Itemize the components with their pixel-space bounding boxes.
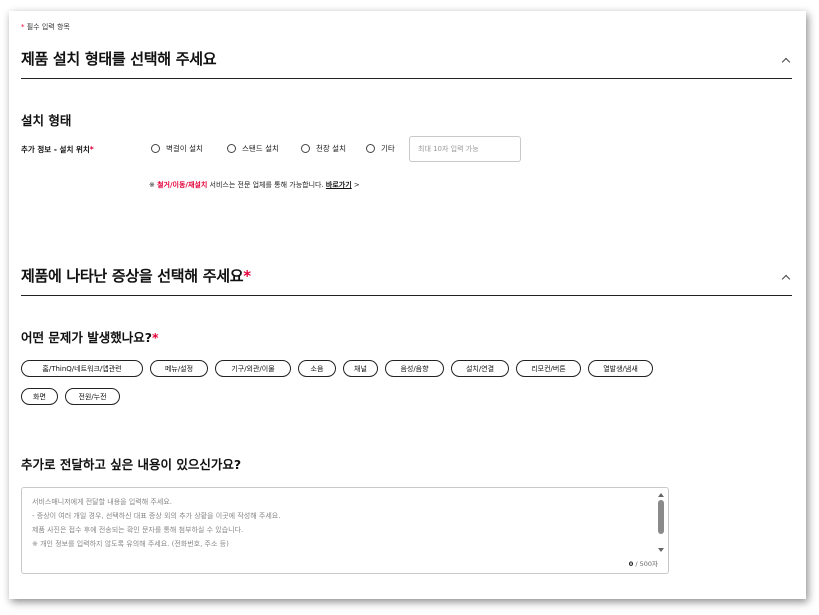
chip-channel[interactable]: 채널 xyxy=(343,360,378,377)
chevron-up-icon[interactable] xyxy=(781,274,791,284)
radio-other[interactable]: 기타 xyxy=(366,143,395,154)
shortcut-link[interactable]: 바로가기 xyxy=(326,181,352,189)
placeholder-line: - 증상이 여러 개일 경우, 선택하신 대표 증상 외의 추가 상황을 이곳에… xyxy=(32,512,281,520)
extra-info-title: 추가로 전달하고 싶은 내용이 있으신가요? xyxy=(21,457,242,472)
chip-noise[interactable]: 소음 xyxy=(298,360,336,377)
chip-home-thinq[interactable]: 홈/ThinQ/네트워크/앱관련 xyxy=(21,360,143,377)
required-note: * 필수 입력 항목 xyxy=(21,23,70,31)
chip-menu-settings[interactable]: 메뉴/설정 xyxy=(150,360,208,377)
placeholder-line: ※ 개인 정보를 입력하지 않도록 유의해 주세요. (전화번호, 주소 등) xyxy=(32,540,229,548)
chip-remote-button[interactable]: 리모컨/버튼 xyxy=(516,360,581,377)
radio-unchecked-icon[interactable] xyxy=(151,144,160,153)
chip-install-connect[interactable]: 설치/연결 xyxy=(451,360,509,377)
placeholder-line: 제품 사진은 접수 후에 전송되는 확인 문자를 통해 첨부하실 수 있습니다. xyxy=(32,526,244,534)
placeholder-line: 서비스매니저에게 전달할 내용을 입력해 주세요. xyxy=(32,498,172,506)
scrollbar-thumb[interactable] xyxy=(658,500,664,534)
radio-stand[interactable]: 스탠드 설치 xyxy=(227,143,279,154)
chip-mechanism[interactable]: 기구/외관/이물 xyxy=(215,360,291,377)
chevron-right-icon[interactable]: > xyxy=(354,181,360,189)
form-panel: * 필수 입력 항목 제품 설치 형태를 선택해 주세요 설치 형태 추가 정보… xyxy=(9,11,806,599)
install-type-subtitle: 설치 형태 xyxy=(21,113,72,128)
section-divider xyxy=(21,295,792,296)
char-counter: 0 / 500자 xyxy=(628,560,658,568)
problem-question: 어떤 문제가 발생했나요?* xyxy=(21,330,159,345)
radio-wall-mount[interactable]: 벽걸이 설치 xyxy=(151,143,203,154)
radio-ceiling[interactable]: 천장 설치 xyxy=(301,143,346,154)
scroll-up-icon[interactable] xyxy=(658,493,664,497)
extra-info-textarea[interactable]: 서비스매니저에게 전달할 내용을 입력해 주세요. - 증상이 여러 개일 경우… xyxy=(21,487,669,574)
section-divider xyxy=(21,78,792,79)
symptom-section-title: 제품에 나타난 증상을 선택해 주세요* xyxy=(21,267,251,285)
chip-power-leak[interactable]: 전원/누전 xyxy=(65,388,120,405)
install-section-title: 제품 설치 형태를 선택해 주세요 xyxy=(21,50,217,68)
radio-unchecked-icon[interactable] xyxy=(366,144,375,153)
install-location-label: 추가 정보 - 설치 위치* xyxy=(21,145,94,154)
radio-unchecked-icon[interactable] xyxy=(227,144,236,153)
relocation-notice: ※ 철거/이동/재설치 서비스는 전문 업체를 통해 가능합니다. 바로가기 > xyxy=(149,181,360,189)
chip-heat-smell[interactable]: 열발생/냄새 xyxy=(588,360,653,377)
radio-unchecked-icon[interactable] xyxy=(301,144,310,153)
chip-audio[interactable]: 음성/음향 xyxy=(385,360,444,377)
other-location-input[interactable] xyxy=(409,136,521,162)
chevron-up-icon[interactable] xyxy=(781,57,791,67)
scroll-down-icon[interactable] xyxy=(658,548,664,552)
chip-screen[interactable]: 화면 xyxy=(21,388,58,405)
